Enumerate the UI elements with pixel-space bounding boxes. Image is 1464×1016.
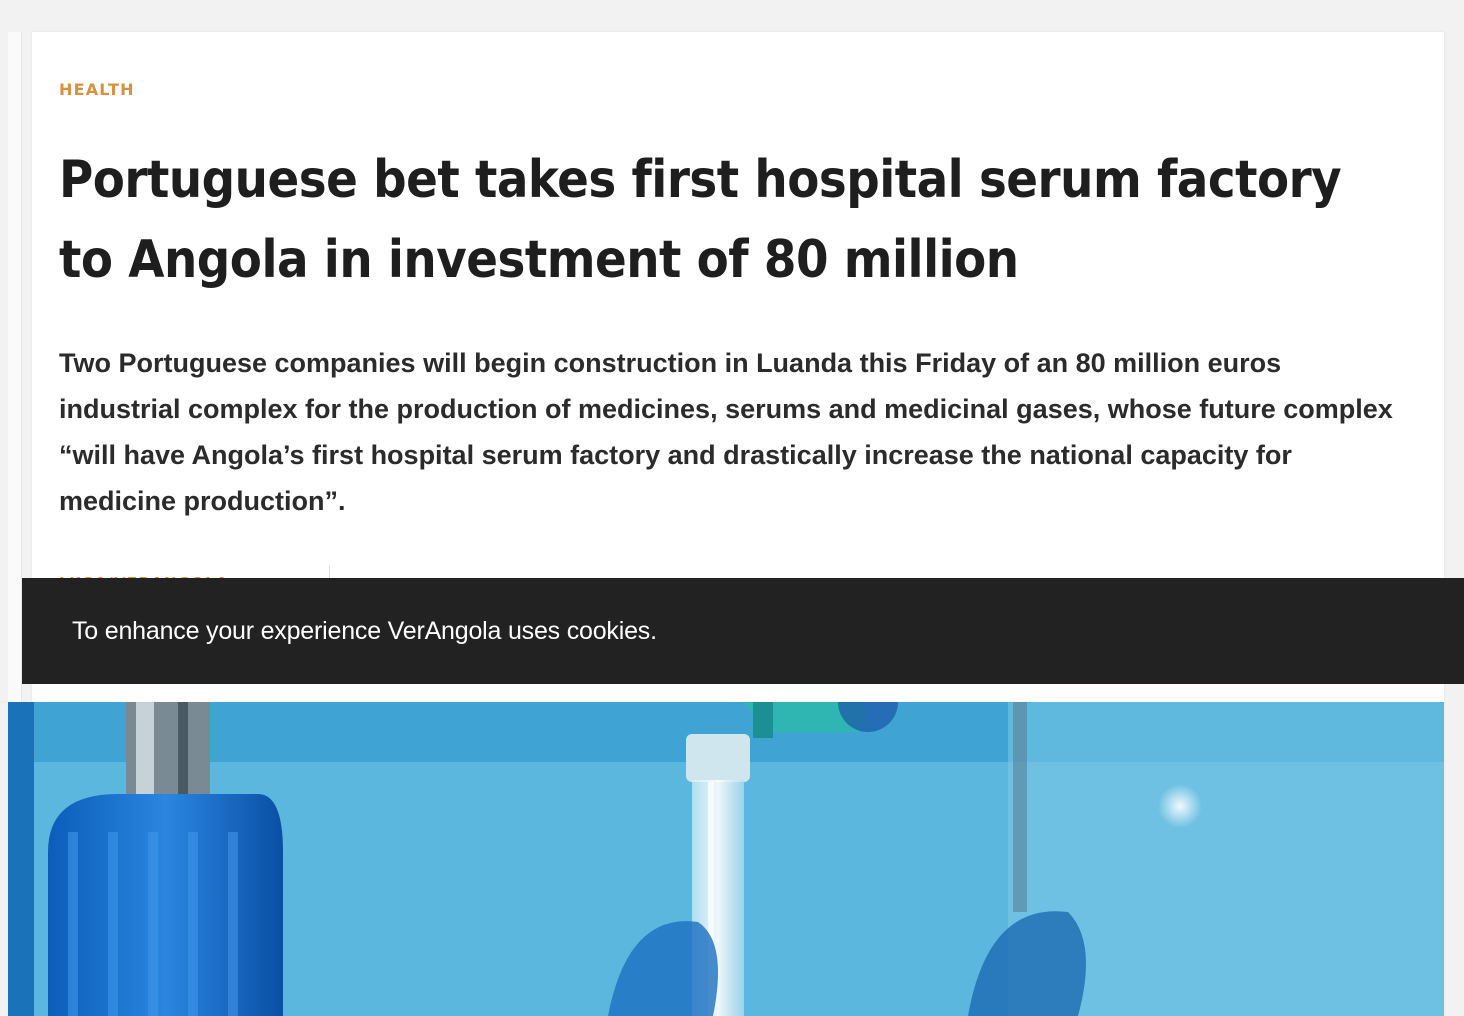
article-lead: Two Portuguese companies will begin cons… [59, 348, 1393, 516]
category-label[interactable]: HEALTH [59, 80, 135, 99]
hero-illustration [8, 702, 1444, 1016]
hero-image [8, 702, 1444, 1016]
cookie-banner: To enhance your experience VerAngola use… [22, 578, 1464, 684]
cookie-message: To enhance your experience VerAngola use… [72, 616, 657, 645]
article-headline: Portuguese bet takes first hospital seru… [59, 150, 1342, 290]
